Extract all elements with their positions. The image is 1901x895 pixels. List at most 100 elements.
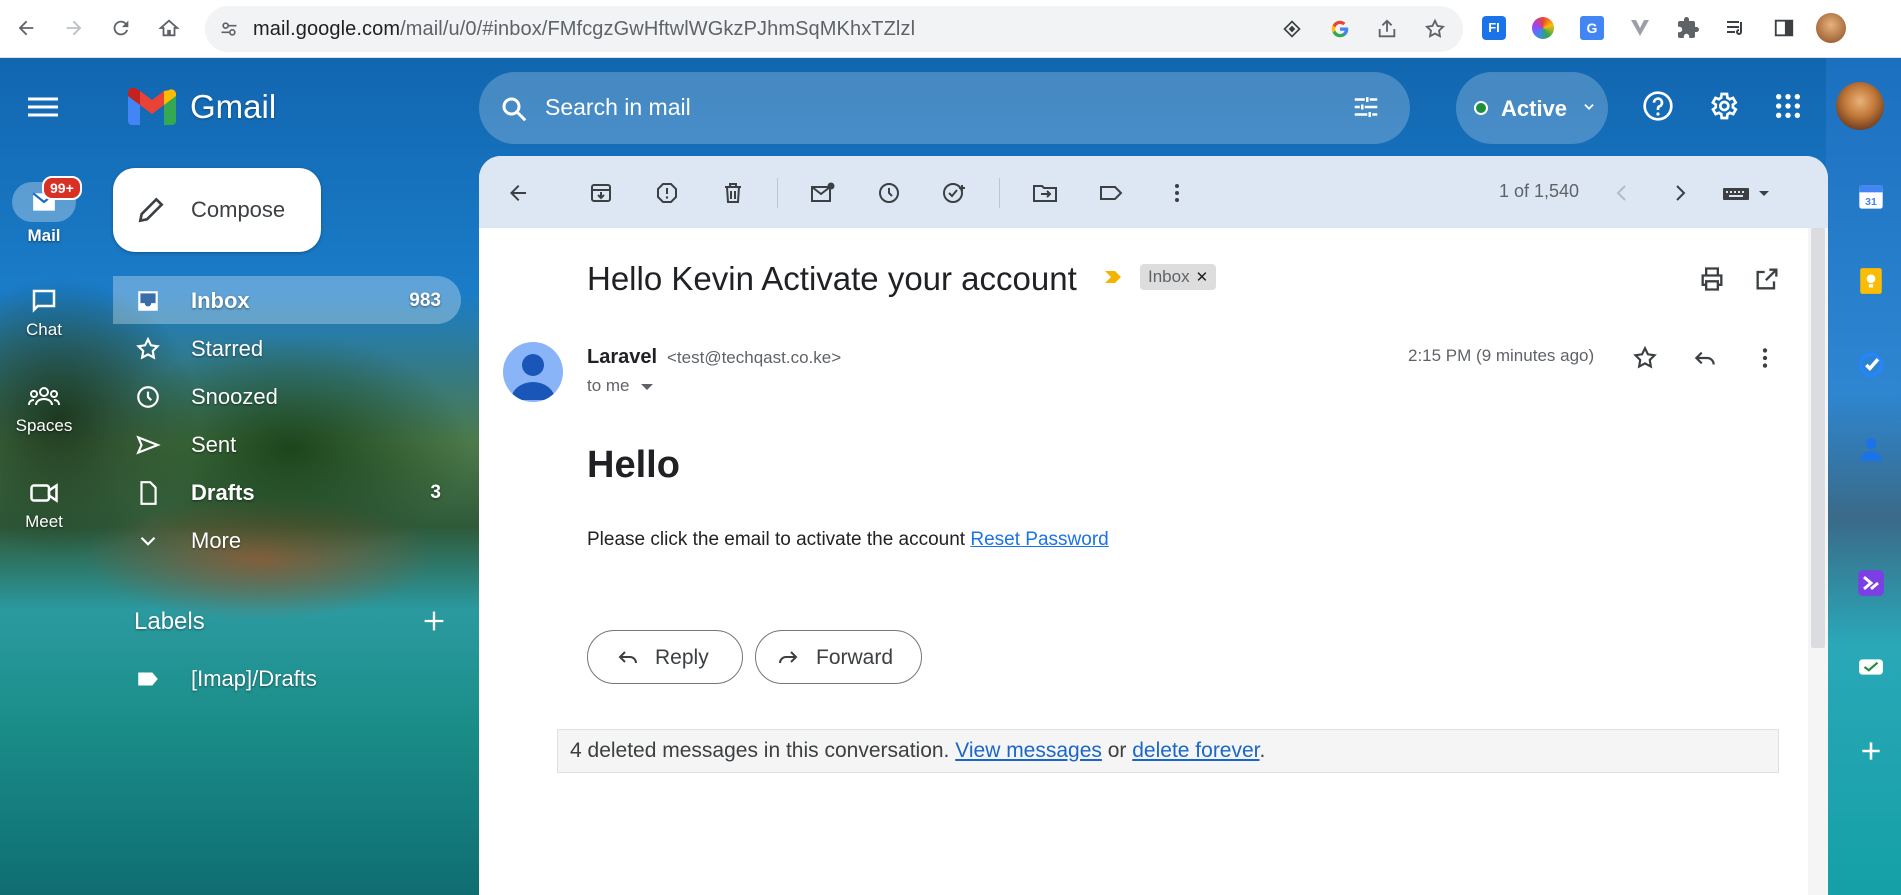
toolbar-divider — [999, 178, 1000, 208]
nav-item-more[interactable]: More — [113, 516, 461, 564]
nav-item-sent[interactable]: Sent — [113, 420, 461, 468]
message-timestamp: 2:15 PM (9 minutes ago) — [1408, 346, 1595, 365]
tasks-icon[interactable] — [1856, 350, 1886, 380]
reply-arrow-icon — [616, 645, 640, 669]
chevron-down-icon — [1582, 100, 1596, 114]
gmail-logo-icon[interactable] — [128, 88, 176, 126]
account-avatar[interactable] — [1836, 82, 1884, 130]
nav-item-label: Starred — [191, 336, 264, 361]
search-icon[interactable] — [499, 94, 529, 124]
get-addons-plus-icon[interactable] — [1856, 736, 1886, 766]
rail-spaces[interactable]: Spaces — [0, 382, 88, 436]
nav-item-label: Drafts — [191, 480, 255, 505]
more-vert-icon[interactable] — [1164, 180, 1190, 206]
search-bar[interactable] — [479, 72, 1410, 144]
help-icon[interactable] — [1640, 88, 1676, 124]
toolbar-divider — [777, 178, 778, 208]
extension-diamond-icon[interactable] — [1280, 17, 1304, 41]
sender-name[interactable]: Laravel — [587, 346, 657, 369]
fi-extension-icon[interactable]: FI — [1479, 13, 1509, 43]
color-wheel-extension-icon[interactable] — [1528, 13, 1558, 43]
contacts-icon[interactable] — [1856, 434, 1886, 464]
nav-item-starred[interactable]: Starred — [113, 324, 461, 372]
addon-app-icon[interactable] — [1856, 568, 1886, 598]
status-button[interactable]: Active — [1456, 72, 1608, 144]
nav-item-snoozed[interactable]: Snoozed — [113, 372, 461, 420]
search-input[interactable] — [545, 94, 1305, 121]
gmail-wordmark: Gmail — [190, 88, 277, 125]
notice-end: . — [1259, 739, 1266, 762]
compose-button[interactable]: Compose — [113, 168, 321, 252]
site-info-icon[interactable] — [219, 19, 239, 39]
nav-item-drafts[interactable]: Drafts 3 — [113, 468, 461, 516]
delete-trash-icon[interactable] — [720, 180, 746, 206]
reload-icon[interactable] — [104, 11, 138, 45]
profile-avatar-icon[interactable] — [1816, 13, 1846, 43]
older-chevron-icon[interactable] — [1667, 180, 1693, 206]
scrollbar-thumb[interactable] — [1811, 228, 1825, 648]
nav-item-inbox[interactable]: Inbox 983 — [113, 276, 461, 324]
input-tools-keyboard-icon[interactable] — [1721, 180, 1775, 206]
nav-item-label: More — [191, 528, 242, 553]
reply-icon[interactable] — [1691, 344, 1719, 372]
chat-icon — [29, 286, 59, 316]
status-dot-icon — [1474, 101, 1488, 115]
calendar-icon[interactable]: 31 — [1856, 182, 1886, 212]
sender-avatar[interactable] — [503, 342, 563, 402]
view-messages-link[interactable]: View messages — [955, 739, 1102, 762]
url-text[interactable]: mail.google.com/mail/u/0/#inbox/FMfcgzGw… — [253, 18, 915, 41]
bookmark-star-icon[interactable] — [1423, 17, 1447, 41]
forward-arrow-icon — [776, 645, 800, 669]
archive-icon[interactable] — [588, 180, 614, 206]
forward-button[interactable]: Forward — [755, 630, 922, 684]
report-spam-icon[interactable] — [654, 180, 680, 206]
print-icon[interactable] — [1698, 265, 1726, 293]
label-icon[interactable] — [1098, 180, 1124, 206]
puzzle-extensions-icon[interactable] — [1673, 13, 1703, 43]
delete-forever-link[interactable]: delete forever — [1132, 739, 1259, 762]
translate-extension-icon[interactable]: G — [1577, 13, 1607, 43]
address-bar[interactable]: mail.google.com/mail/u/0/#inbox/FMfcgzGw… — [205, 6, 1463, 52]
open-in-new-window-icon[interactable] — [1753, 265, 1781, 293]
snooze-clock-icon[interactable] — [876, 180, 902, 206]
add-label-icon[interactable] — [420, 607, 448, 635]
importance-marker-icon[interactable] — [1103, 268, 1125, 286]
forward-arrow-icon[interactable] — [57, 11, 91, 45]
drafts-count: 3 — [430, 482, 441, 503]
addon-check-icon[interactable] — [1856, 652, 1886, 682]
reply-button[interactable]: Reply — [587, 630, 743, 684]
reset-password-link[interactable]: Reset Password — [970, 529, 1108, 550]
rail-chat[interactable]: Chat — [0, 286, 88, 340]
url-host: mail.google.com — [253, 18, 401, 40]
back-arrow-icon[interactable] — [9, 11, 43, 45]
search-options-icon[interactable] — [1351, 92, 1381, 122]
star-message-icon[interactable] — [1631, 344, 1659, 372]
home-icon[interactable] — [152, 11, 186, 45]
recipients-toggle[interactable]: to me — [587, 376, 654, 396]
newer-chevron-icon[interactable] — [1609, 180, 1635, 206]
message-body-text: Please click the email to activate the a… — [587, 529, 1109, 551]
compose-label: Compose — [191, 197, 286, 222]
apps-grid-icon[interactable] — [1770, 88, 1806, 124]
reading-list-icon[interactable] — [1721, 13, 1751, 43]
back-to-inbox-icon[interactable] — [505, 180, 531, 206]
google-translate-g-icon[interactable] — [1328, 17, 1352, 41]
rail-meet[interactable]: Meet — [0, 478, 88, 532]
add-to-tasks-icon[interactable] — [942, 180, 968, 206]
caret-down-icon — [640, 382, 654, 392]
mark-unread-icon[interactable] — [810, 180, 836, 206]
more-options-icon[interactable] — [1751, 344, 1779, 372]
move-to-icon[interactable] — [1032, 180, 1058, 206]
rail-mail-label: Mail — [27, 226, 61, 245]
keep-icon[interactable] — [1856, 266, 1886, 296]
settings-gear-icon[interactable] — [1705, 88, 1741, 124]
v-extension-icon[interactable] — [1625, 13, 1655, 43]
remove-label-icon[interactable]: ✕ — [1196, 269, 1209, 286]
deleted-notice-text: 4 deleted messages in this conversation. — [570, 739, 956, 762]
main-menu-icon[interactable] — [22, 92, 64, 122]
label-item-imap-drafts[interactable]: [Imap]/Drafts — [113, 654, 461, 702]
rail-meet-label: Meet — [25, 512, 63, 531]
inbox-label-chip[interactable]: Inbox ✕ — [1140, 264, 1217, 290]
share-icon[interactable] — [1375, 17, 1399, 41]
side-panel-icon[interactable] — [1769, 13, 1799, 43]
